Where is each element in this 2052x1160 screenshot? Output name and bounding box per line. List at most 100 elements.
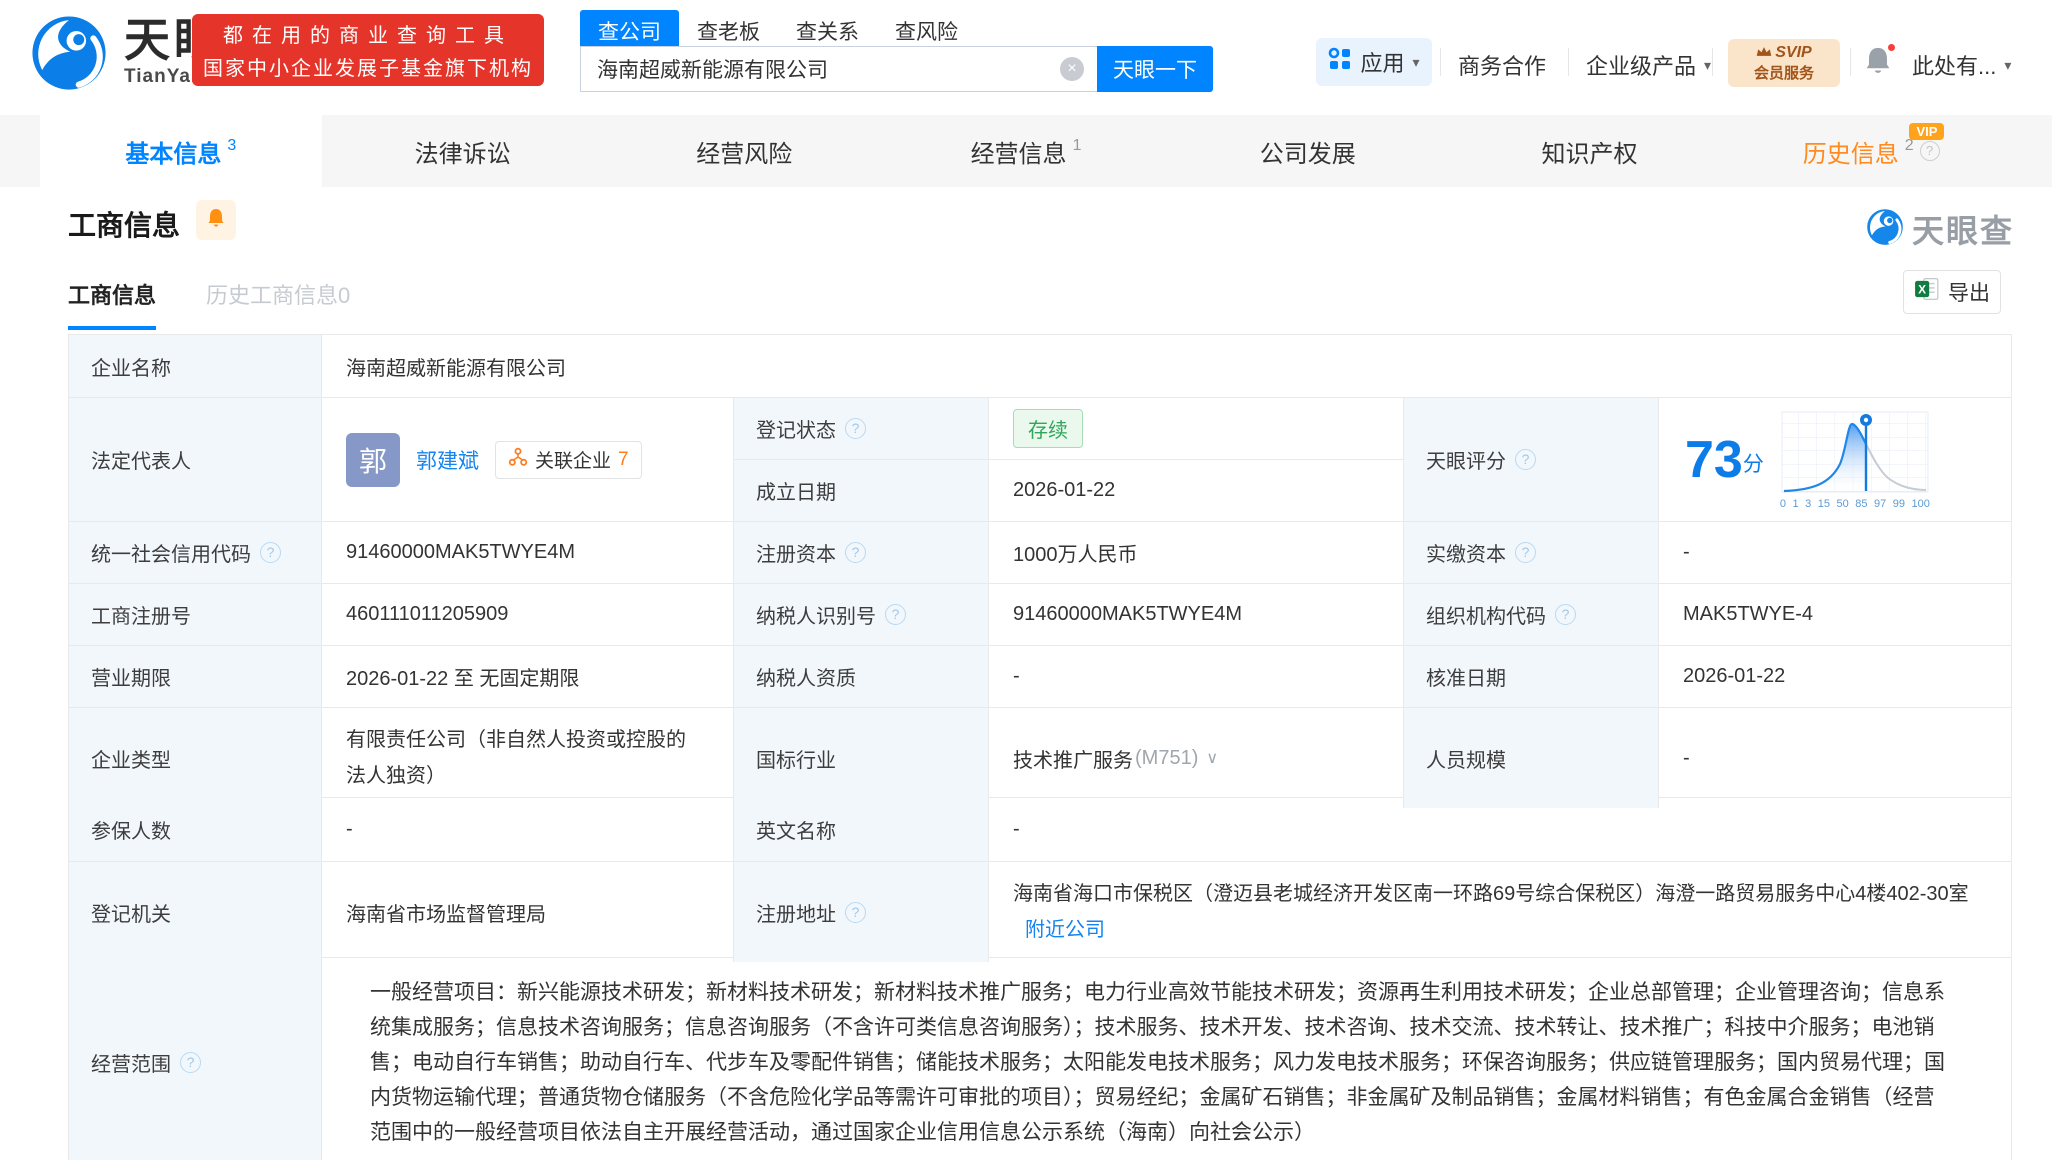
table-row: 参保人数 - 英文名称 - (69, 798, 2011, 862)
vip-badge: VIP (1909, 123, 1945, 140)
monitor-bell-button[interactable] (196, 200, 236, 240)
org-chart-icon (508, 447, 528, 473)
tab-basic-info[interactable]: 基本信息 3 (40, 115, 322, 187)
related-companies-label: 关联企业 (535, 451, 612, 472)
field-label-business-term: 营业期限 (91, 668, 171, 690)
business-cooperation-link[interactable]: 商务合作 (1458, 49, 1546, 81)
svg-text:X: X (1918, 282, 1926, 296)
tab-label: 基本信息 (125, 140, 222, 168)
help-icon[interactable]: ? (260, 542, 281, 563)
search-box: × 天眼一下 (580, 46, 1213, 92)
help-icon[interactable]: ? (1555, 604, 1576, 625)
help-icon[interactable]: ? (845, 901, 866, 923)
field-label-company-type: 企业类型 (91, 749, 171, 772)
export-button[interactable]: X 导出 (1903, 270, 2001, 314)
approval-date-value: 2026-01-22 (1683, 665, 1786, 687)
field-label-paid-capital: 实缴资本 (1426, 544, 1506, 566)
apps-grid-icon (1328, 47, 1352, 77)
taxpayer-quali-value: - (1013, 665, 1020, 687)
clear-icon[interactable]: × (1060, 57, 1084, 81)
slogan-line1: 都在用的商业查询工具 (223, 25, 513, 47)
tab-label: 法律诉讼 (414, 140, 511, 168)
tab-label: 历史信息 (1802, 140, 1899, 168)
subtab-history-business-info[interactable]: 历史工商信息0 (206, 278, 350, 326)
tianyan-score: 73 分 0 1 3 15 50 85 97 99 100 (1659, 398, 2011, 521)
section-title: 工商信息 (68, 210, 181, 241)
business-term-value: 2026-01-22 至 无固定期限 (346, 668, 580, 690)
field-label-reg-capital: 注册资本 (756, 544, 836, 566)
table-row: 法定代表人 郭 郭建斌 关联企业 7 登记状态 ? 存续 成立日期 2026-0… (69, 398, 2011, 522)
taxpayer-id-value: 91460000MAK5TWYE4M (1013, 603, 1243, 625)
brand-slogan-badge: 都在用的商业查询工具 国家中小企业发展子基金旗下机构 (192, 14, 544, 86)
score-number: 73 (1685, 430, 1743, 489)
account-menu[interactable]: 此处有... ▾ (1912, 49, 2011, 81)
crown-icon (1756, 44, 1772, 62)
svip-label-bottom: 会员服务 (1753, 64, 1814, 82)
field-label-taxpayer-quali: 纳税人资质 (756, 668, 856, 690)
industry-code: (M751) (1135, 746, 1199, 769)
table-row: 企业类型 有限责任公司（非自然人投资或控股的法人独资） 国标行业 技术推广服务 … (69, 708, 2011, 808)
paid-capital-value: - (1683, 541, 1690, 563)
reg-number-value: 460111011205909 (346, 603, 509, 625)
field-label-org-code: 组织机构代码 (1426, 606, 1546, 628)
field-label-approval-date: 核准日期 (1426, 668, 1506, 690)
chevron-down-icon[interactable]: ∨ (1206, 748, 1218, 768)
help-icon[interactable]: ? (1515, 542, 1536, 563)
related-companies-button[interactable]: 关联企业 7 (495, 440, 642, 479)
tab-history-info[interactable]: VIP 历史信息 2 ? (1730, 115, 2012, 187)
org-code-value: MAK5TWYE-4 (1683, 603, 1814, 625)
field-label-score: 天眼评分 (1426, 451, 1506, 473)
company-type-value: 有限责任公司（非自然人投资或控股的法人独资） (346, 729, 686, 787)
field-label-taxpayer-id: 纳税人识别号 (756, 606, 876, 628)
score-distribution-chart: 0 1 3 15 50 85 97 99 100 (1780, 410, 1930, 510)
field-label-staff-size: 人员规模 (1426, 749, 1506, 772)
field-label-company-name: 企业名称 (91, 357, 171, 380)
subtab-business-info[interactable]: 工商信息 (68, 278, 157, 330)
tab-operation-risk[interactable]: 经营风险 (603, 115, 885, 187)
apps-label: 应用 (1360, 51, 1405, 76)
status-date-subgrid: 登记状态 ? 存续 成立日期 2026-01-22 (734, 398, 1404, 521)
status-badge: 存续 (1013, 408, 1083, 448)
apps-menu-button[interactable]: 应用 ▾ (1316, 38, 1432, 86)
help-icon[interactable]: ? (1919, 141, 1940, 161)
field-label-establish-date: 成立日期 (756, 481, 836, 504)
legal-rep-name-link[interactable]: 郭建斌 (416, 445, 479, 475)
search-input[interactable] (580, 46, 1097, 92)
help-icon[interactable]: ? (1515, 449, 1536, 470)
nearby-companies-link[interactable]: 附近公司 (1025, 919, 1105, 941)
tab-legal-litigation[interactable]: 法律诉讼 (322, 115, 604, 187)
tab-label: 知识产权 (1541, 140, 1638, 168)
table-row: 统一社会信用代码 ? 91460000MAK5TWYE4M 注册资本 ? 100… (69, 522, 2011, 584)
caret-down-icon: ▾ (2004, 56, 2012, 73)
help-icon[interactable]: ? (180, 1051, 201, 1073)
divider (1850, 48, 1851, 76)
bell-icon (205, 207, 227, 234)
excel-icon: X (1914, 276, 1940, 308)
help-icon[interactable]: ? (845, 417, 866, 439)
table-row: 企业名称 海南超威新能源有限公司 (69, 335, 2011, 398)
tab-operation-info[interactable]: 经营信息 1 (885, 115, 1167, 187)
reg-authority-value: 海南省市场监督管理局 (346, 903, 546, 926)
business-cooperation-label: 商务合作 (1458, 54, 1547, 79)
svip-label-top: SVIP (1775, 43, 1812, 61)
establish-date-value: 2026-01-22 (1013, 478, 1116, 501)
field-label-reg-status: 登记状态 (756, 419, 836, 442)
help-icon[interactable]: ? (845, 542, 866, 563)
legal-rep-avatar[interactable]: 郭 (346, 432, 400, 487)
business-registration-table: 企业名称 海南超威新能源有限公司 法定代表人 郭 郭建斌 关联企业 7 登记状态… (68, 334, 2012, 1160)
related-companies-count: 7 (618, 448, 629, 470)
svip-member-button[interactable]: SVIP 会员服务 (1728, 39, 1840, 87)
field-label-reg-address: 注册地址 (756, 903, 836, 926)
notification-bell-icon[interactable] (1862, 42, 1897, 83)
score-unit: 分 (1742, 452, 1764, 476)
help-icon[interactable]: ? (885, 604, 906, 625)
tianyancha-logo-icon (30, 14, 108, 97)
chart-x-ticks: 0 1 3 15 50 85 97 99 100 (1779, 497, 1930, 510)
table-row: 登记机关 海南省市场监督管理局 注册地址 ? 海南省海口市保税区（澄迈县老城经济… (69, 862, 2011, 962)
tab-intellectual-property[interactable]: 知识产权 (1449, 115, 1731, 187)
tab-company-development[interactable]: 公司发展 (1167, 115, 1449, 187)
tianyancha-company-page: 天眼查 TianYanCha.com 都在用的商业查询工具 国家中小企业发展子基… (0, 0, 2052, 1160)
account-name: 此处有... (1912, 54, 1997, 79)
enterprise-products-menu[interactable]: 企业级产品 ▾ (1586, 49, 1711, 81)
search-button[interactable]: 天眼一下 (1097, 46, 1213, 92)
